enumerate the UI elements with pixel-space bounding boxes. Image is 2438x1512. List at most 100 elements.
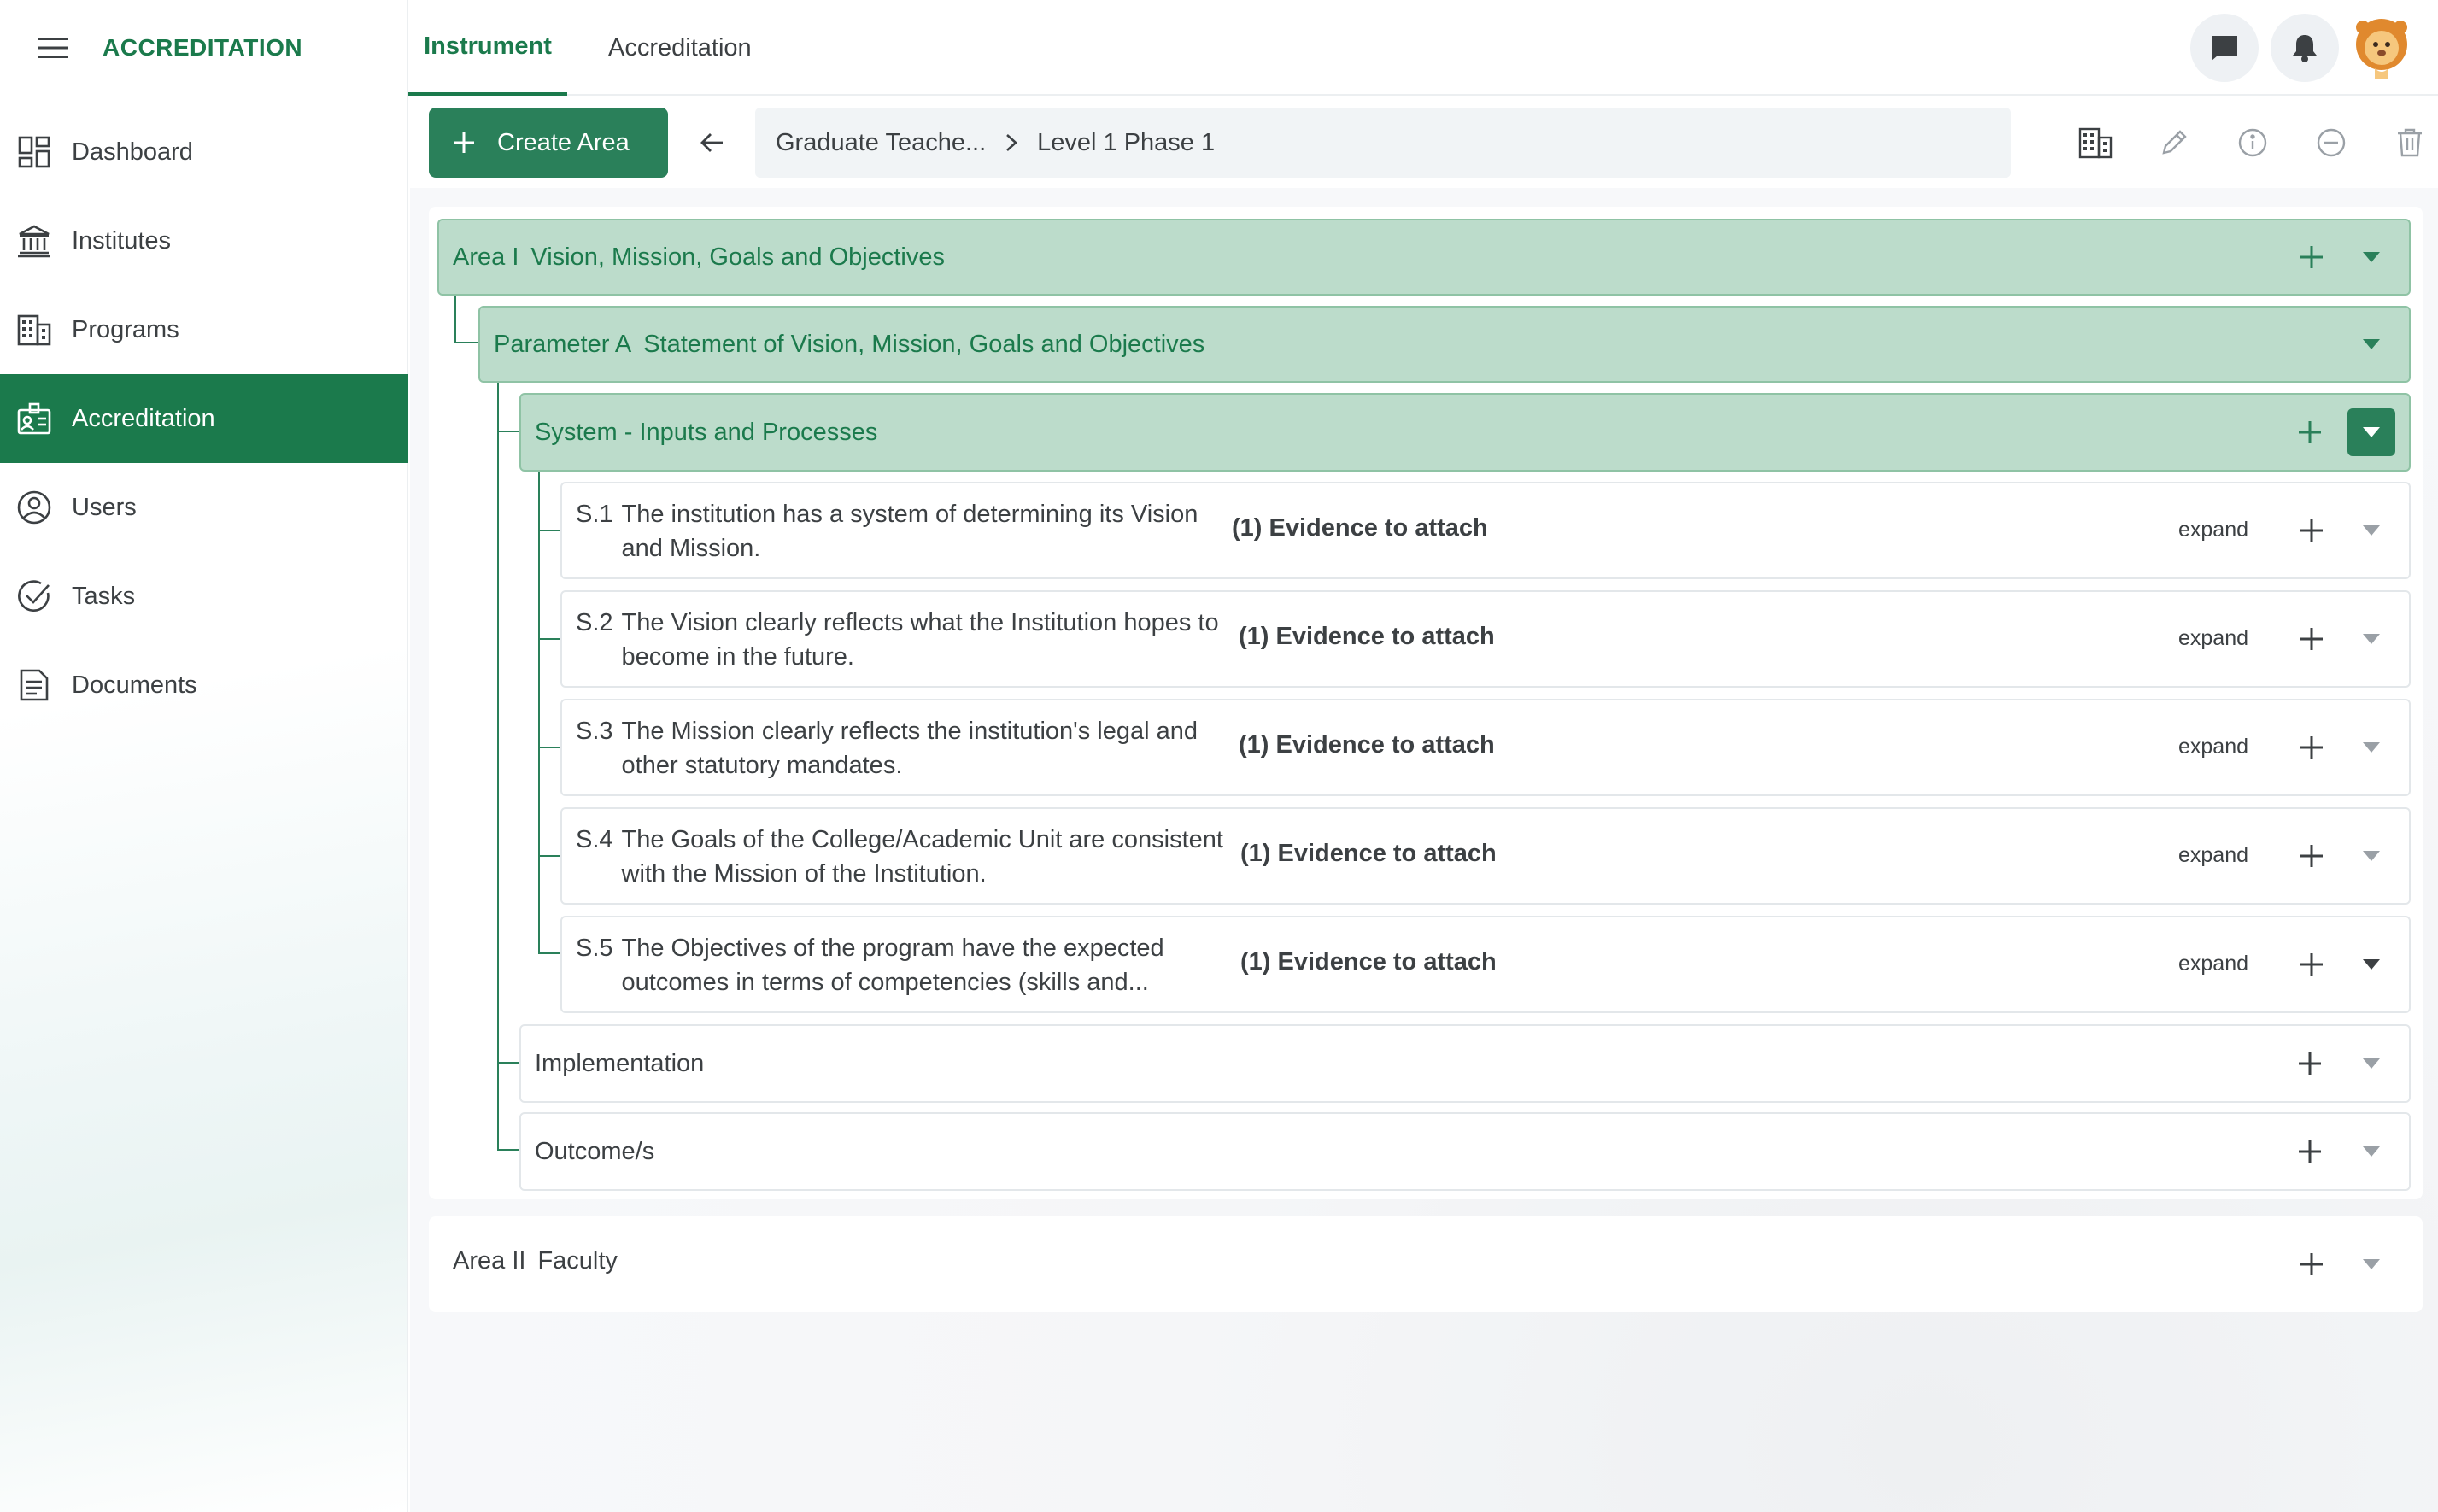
hamburger-menu-icon[interactable] bbox=[34, 29, 72, 67]
create-area-button[interactable]: Create Area bbox=[429, 108, 668, 178]
tab-accreditation[interactable]: Accreditation bbox=[593, 0, 767, 96]
system-row[interactable]: System - Inputs and Processes bbox=[519, 393, 2411, 472]
system-title: System - Inputs and Processes bbox=[535, 418, 878, 446]
expand-link[interactable]: expand bbox=[2178, 735, 2248, 759]
collapse-button[interactable] bbox=[2347, 408, 2395, 456]
add-button[interactable] bbox=[2291, 727, 2332, 768]
back-button[interactable] bbox=[690, 121, 733, 164]
expand-toggle-button[interactable] bbox=[2351, 1043, 2392, 1084]
tree-connector bbox=[497, 431, 519, 432]
breadcrumb-item[interactable]: Graduate Teache... bbox=[776, 129, 986, 157]
edit-button[interactable] bbox=[2153, 121, 2195, 164]
sidebar-item-accreditation[interactable]: Accreditation bbox=[0, 374, 408, 463]
add-button[interactable] bbox=[2291, 510, 2332, 551]
expand-link[interactable]: expand bbox=[2178, 626, 2248, 651]
caret-down-icon bbox=[2363, 525, 2380, 536]
tree-connector bbox=[538, 638, 560, 640]
trash-icon bbox=[2396, 127, 2423, 158]
sidebar-item-tasks[interactable]: Tasks bbox=[0, 552, 408, 641]
list-item[interactable]: S.5 The Objectives of the program have t… bbox=[560, 916, 2411, 1013]
plus-icon bbox=[2300, 953, 2323, 976]
avatar[interactable] bbox=[2347, 12, 2416, 80]
expand-toggle-button[interactable] bbox=[2351, 1244, 2392, 1285]
collapse-button[interactable] bbox=[2351, 324, 2392, 365]
pencil-icon bbox=[2160, 128, 2189, 157]
parameter-row[interactable]: Parameter A Statement of Vision, Mission,… bbox=[478, 306, 2411, 383]
evidence-link[interactable]: (1) Evidence to attach bbox=[1239, 623, 1495, 651]
evidence-link[interactable]: (1) Evidence to attach bbox=[1232, 514, 1488, 542]
expand-toggle-button[interactable] bbox=[2351, 618, 2392, 659]
institution-view-button[interactable] bbox=[2074, 121, 2117, 164]
evidence-link[interactable]: (1) Evidence to attach bbox=[1239, 731, 1495, 759]
add-button[interactable] bbox=[2291, 237, 2332, 278]
sidebar-item-programs[interactable]: Programs bbox=[0, 285, 408, 374]
remove-button[interactable] bbox=[2310, 121, 2353, 164]
plus-icon bbox=[2300, 246, 2323, 268]
add-button[interactable] bbox=[2289, 1043, 2330, 1084]
evidence-link[interactable]: (1) Evidence to attach bbox=[1240, 948, 1497, 976]
tab-instrument[interactable]: Instrument bbox=[408, 0, 567, 96]
tab-label: Accreditation bbox=[608, 33, 752, 62]
sidebar-item-documents[interactable]: Documents bbox=[0, 641, 408, 730]
expand-toggle-button[interactable] bbox=[2351, 944, 2392, 985]
accreditation-badge-icon bbox=[17, 401, 51, 436]
brand: ACCREDITATION bbox=[34, 26, 302, 70]
notifications-button[interactable] bbox=[2271, 14, 2339, 82]
add-button[interactable] bbox=[2291, 618, 2332, 659]
expand-toggle-button[interactable] bbox=[2351, 1131, 2392, 1172]
list-item[interactable]: S.3 The Mission clearly reflects the ins… bbox=[560, 699, 2411, 796]
add-button[interactable] bbox=[2291, 1244, 2332, 1285]
add-button[interactable] bbox=[2291, 944, 2332, 985]
area-row[interactable]: Area II Faculty bbox=[429, 1216, 2423, 1312]
area-title: Area I Vision, Mission, Goals and Objecti… bbox=[453, 243, 945, 272]
expand-link[interactable]: expand bbox=[2178, 952, 2248, 976]
sidebar-item-label: Tasks bbox=[72, 582, 136, 610]
caret-down-icon bbox=[2363, 339, 2380, 349]
caret-down-icon bbox=[2363, 851, 2380, 861]
area-title: Area II Faculty bbox=[453, 1247, 618, 1275]
outcomes-row[interactable]: Outcome/s bbox=[519, 1112, 2411, 1191]
implementation-row[interactable]: Implementation bbox=[519, 1024, 2411, 1103]
parameter-code: Parameter A bbox=[494, 330, 632, 358]
evidence-link[interactable]: (1) Evidence to attach bbox=[1240, 840, 1497, 868]
lion-avatar-icon bbox=[2356, 19, 2407, 79]
list-item[interactable]: S.4 The Goals of the College/Academic Un… bbox=[560, 807, 2411, 905]
info-button[interactable] bbox=[2231, 121, 2274, 164]
sidebar-item-label: Documents bbox=[72, 671, 197, 699]
expand-link[interactable]: expand bbox=[2178, 518, 2248, 542]
user-circle-icon bbox=[17, 490, 51, 525]
app-title: ACCREDITATION bbox=[103, 34, 303, 61]
plus-icon bbox=[2300, 736, 2323, 759]
sidebar-item-label: Dashboard bbox=[72, 138, 193, 166]
expand-toggle-button[interactable] bbox=[2351, 835, 2392, 876]
plus-icon bbox=[2299, 1052, 2321, 1075]
area-code: Area I bbox=[453, 243, 519, 271]
expand-toggle-button[interactable] bbox=[2351, 727, 2392, 768]
chat-icon bbox=[2209, 32, 2240, 63]
tree-connector bbox=[538, 530, 560, 531]
sidebar-item-institutes[interactable]: Institutes bbox=[0, 196, 408, 285]
tree-connector bbox=[497, 1062, 519, 1064]
expand-link[interactable]: expand bbox=[2178, 843, 2248, 868]
caret-down-icon bbox=[2363, 1058, 2380, 1069]
expand-toggle-button[interactable] bbox=[2351, 510, 2392, 551]
caret-down-icon bbox=[2363, 742, 2380, 753]
add-button[interactable] bbox=[2289, 1131, 2330, 1172]
item-code: S.4 bbox=[576, 826, 613, 853]
collapse-button[interactable] bbox=[2351, 237, 2392, 278]
breadcrumb-item[interactable]: Level 1 Phase 1 bbox=[1037, 129, 1215, 157]
area-row[interactable]: Area I Vision, Mission, Goals and Objecti… bbox=[437, 219, 2411, 296]
delete-button[interactable] bbox=[2388, 121, 2431, 164]
item-description: The institution has a system of determin… bbox=[621, 501, 1198, 562]
sidebar-item-users[interactable]: Users bbox=[0, 463, 408, 552]
list-item[interactable]: S.2 The Vision clearly reflects what the… bbox=[560, 590, 2411, 688]
add-button[interactable] bbox=[2289, 412, 2330, 453]
list-item[interactable]: S.1 The institution has a system of dete… bbox=[560, 482, 2411, 579]
create-area-label: Create Area bbox=[497, 128, 630, 156]
sidebar-item-dashboard[interactable]: Dashboard bbox=[0, 108, 408, 196]
area-name: Vision, Mission, Goals and Objectives bbox=[530, 243, 946, 271]
add-button[interactable] bbox=[2291, 835, 2332, 876]
messages-button[interactable] bbox=[2190, 14, 2259, 82]
sidebar-item-label: Institutes bbox=[72, 226, 172, 255]
tree-connector bbox=[497, 1149, 519, 1151]
